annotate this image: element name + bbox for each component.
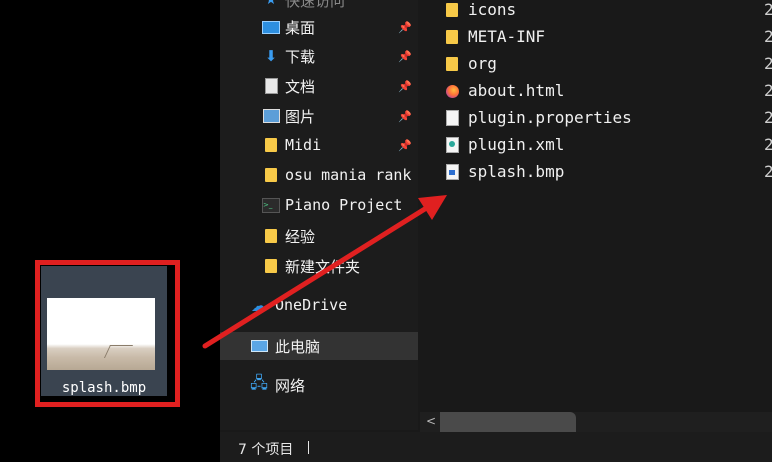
network-icon: 🖧 bbox=[250, 372, 268, 392]
folder-icon bbox=[262, 167, 280, 183]
horizontal-scrollbar[interactable]: < bbox=[420, 412, 772, 432]
sidebar-item-label: Midi bbox=[285, 136, 322, 154]
bmp-file-icon bbox=[445, 164, 459, 180]
sidebar-item-label: 网络 bbox=[275, 376, 306, 395]
sidebar-item-label: 文档 bbox=[285, 77, 316, 96]
pin-icon[interactable]: 📌 bbox=[398, 80, 412, 93]
list-item[interactable]: splash.bmp 2 bbox=[418, 159, 772, 186]
file-date: 2 bbox=[764, 135, 772, 154]
folder-icon bbox=[262, 137, 280, 153]
sidebar-item-label: 新建文件夹 bbox=[285, 257, 361, 276]
sidebar-item-osu-mania-rank[interactable]: osu mania rank bbox=[220, 161, 418, 189]
status-bar: 7 个项目 bbox=[220, 432, 772, 462]
sidebar-item-this-pc[interactable]: 此电脑 bbox=[220, 332, 418, 360]
pin-icon[interactable]: 📌 bbox=[398, 50, 412, 63]
list-item[interactable]: plugin.xml 2 bbox=[418, 132, 772, 159]
file-name: META-INF bbox=[468, 27, 546, 46]
navigation-pane: ★ 快速访问 桌面 📌 ⬇ 下载 📌 文档 📌 图片 📌 Midi 📌 osu … bbox=[220, 0, 418, 430]
sidebar-item-label: 此电脑 bbox=[275, 337, 321, 356]
sidebar-item-experience[interactable]: 经验 bbox=[220, 222, 418, 250]
file-name: splash.bmp bbox=[468, 162, 565, 181]
file-list: icons 2 META-INF 2 org 2 about.html 2 pl… bbox=[418, 0, 772, 430]
sidebar-item-midi[interactable]: Midi 📌 bbox=[220, 131, 418, 159]
sidebar-item-label: osu mania rank bbox=[285, 166, 412, 184]
item-count: 7 个项目 bbox=[238, 442, 294, 458]
sidebar-item-label: 桌面 bbox=[285, 18, 316, 37]
sidebar-item-pictures[interactable]: 图片 📌 bbox=[220, 102, 418, 130]
folder-icon bbox=[445, 2, 459, 18]
folder-icon bbox=[262, 228, 280, 244]
sidebar-quick-access[interactable]: ★ 快速访问 bbox=[220, 0, 418, 14]
sidebar-item-label: 图片 bbox=[285, 107, 316, 126]
file-date: 2 bbox=[764, 81, 772, 100]
document-icon bbox=[262, 78, 280, 94]
file-explorer-window: ★ 快速访问 桌面 📌 ⬇ 下载 📌 文档 📌 图片 📌 Midi 📌 osu … bbox=[220, 0, 772, 462]
sidebar-item-downloads[interactable]: ⬇ 下载 📌 bbox=[220, 42, 418, 70]
list-item[interactable]: icons 2 bbox=[418, 0, 772, 24]
folder-icon bbox=[262, 258, 280, 274]
sidebar-item-network[interactable]: 🖧 网络 bbox=[220, 371, 418, 399]
list-item[interactable]: org 2 bbox=[418, 51, 772, 78]
sidebar-item-onedrive[interactable]: ☁ OneDrive bbox=[220, 291, 418, 319]
folder-icon bbox=[445, 29, 459, 45]
annotation-highlight-box bbox=[35, 260, 180, 407]
folder-icon bbox=[445, 56, 459, 72]
file-name: icons bbox=[468, 0, 517, 19]
download-icon: ⬇ bbox=[264, 47, 278, 65]
scroll-left-icon[interactable]: < bbox=[426, 414, 436, 428]
sidebar-item-label: 快速访问 bbox=[285, 0, 346, 10]
file-date: 2 bbox=[764, 108, 772, 127]
sidebar-item-new-folder[interactable]: 新建文件夹 bbox=[220, 252, 418, 280]
status-separator bbox=[308, 441, 309, 454]
xml-file-icon bbox=[445, 137, 459, 153]
file-icon bbox=[445, 110, 459, 126]
sidebar-item-label: 经验 bbox=[285, 227, 316, 246]
scrollbar-thumb[interactable] bbox=[440, 412, 576, 432]
sidebar-item-documents[interactable]: 文档 📌 bbox=[220, 72, 418, 100]
desktop: splash.bmp bbox=[0, 0, 220, 462]
file-name: plugin.properties bbox=[468, 108, 632, 127]
sidebar-item-label: Piano Project bbox=[285, 196, 403, 214]
file-name: org bbox=[468, 54, 497, 73]
list-item[interactable]: META-INF 2 bbox=[418, 24, 772, 51]
file-date: 2 bbox=[764, 27, 772, 46]
firefox-icon bbox=[445, 83, 459, 99]
computer-icon bbox=[250, 338, 268, 354]
picture-icon bbox=[262, 108, 280, 124]
sidebar-item-label: 下载 bbox=[285, 47, 316, 66]
sidebar-item-label: OneDrive bbox=[275, 296, 348, 314]
sidebar-item-desktop[interactable]: 桌面 📌 bbox=[220, 13, 418, 41]
cloud-icon: ☁ bbox=[251, 295, 267, 315]
file-date: 2 bbox=[764, 0, 772, 19]
file-name: plugin.xml bbox=[468, 135, 565, 154]
file-date: 2 bbox=[764, 54, 772, 73]
terminal-icon: >_ bbox=[262, 197, 280, 213]
pin-icon[interactable]: 📌 bbox=[398, 21, 412, 34]
file-date: 2 bbox=[764, 162, 772, 181]
list-item[interactable]: about.html 2 bbox=[418, 78, 772, 105]
pin-icon[interactable]: 📌 bbox=[398, 110, 412, 123]
file-name: about.html bbox=[468, 81, 565, 100]
sidebar-item-piano-project[interactable]: >_ Piano Project bbox=[220, 191, 418, 219]
star-icon: ★ bbox=[265, 0, 277, 8]
desktop-icon bbox=[262, 19, 280, 35]
list-item[interactable]: plugin.properties 2 bbox=[418, 105, 772, 132]
pin-icon[interactable]: 📌 bbox=[398, 139, 412, 152]
